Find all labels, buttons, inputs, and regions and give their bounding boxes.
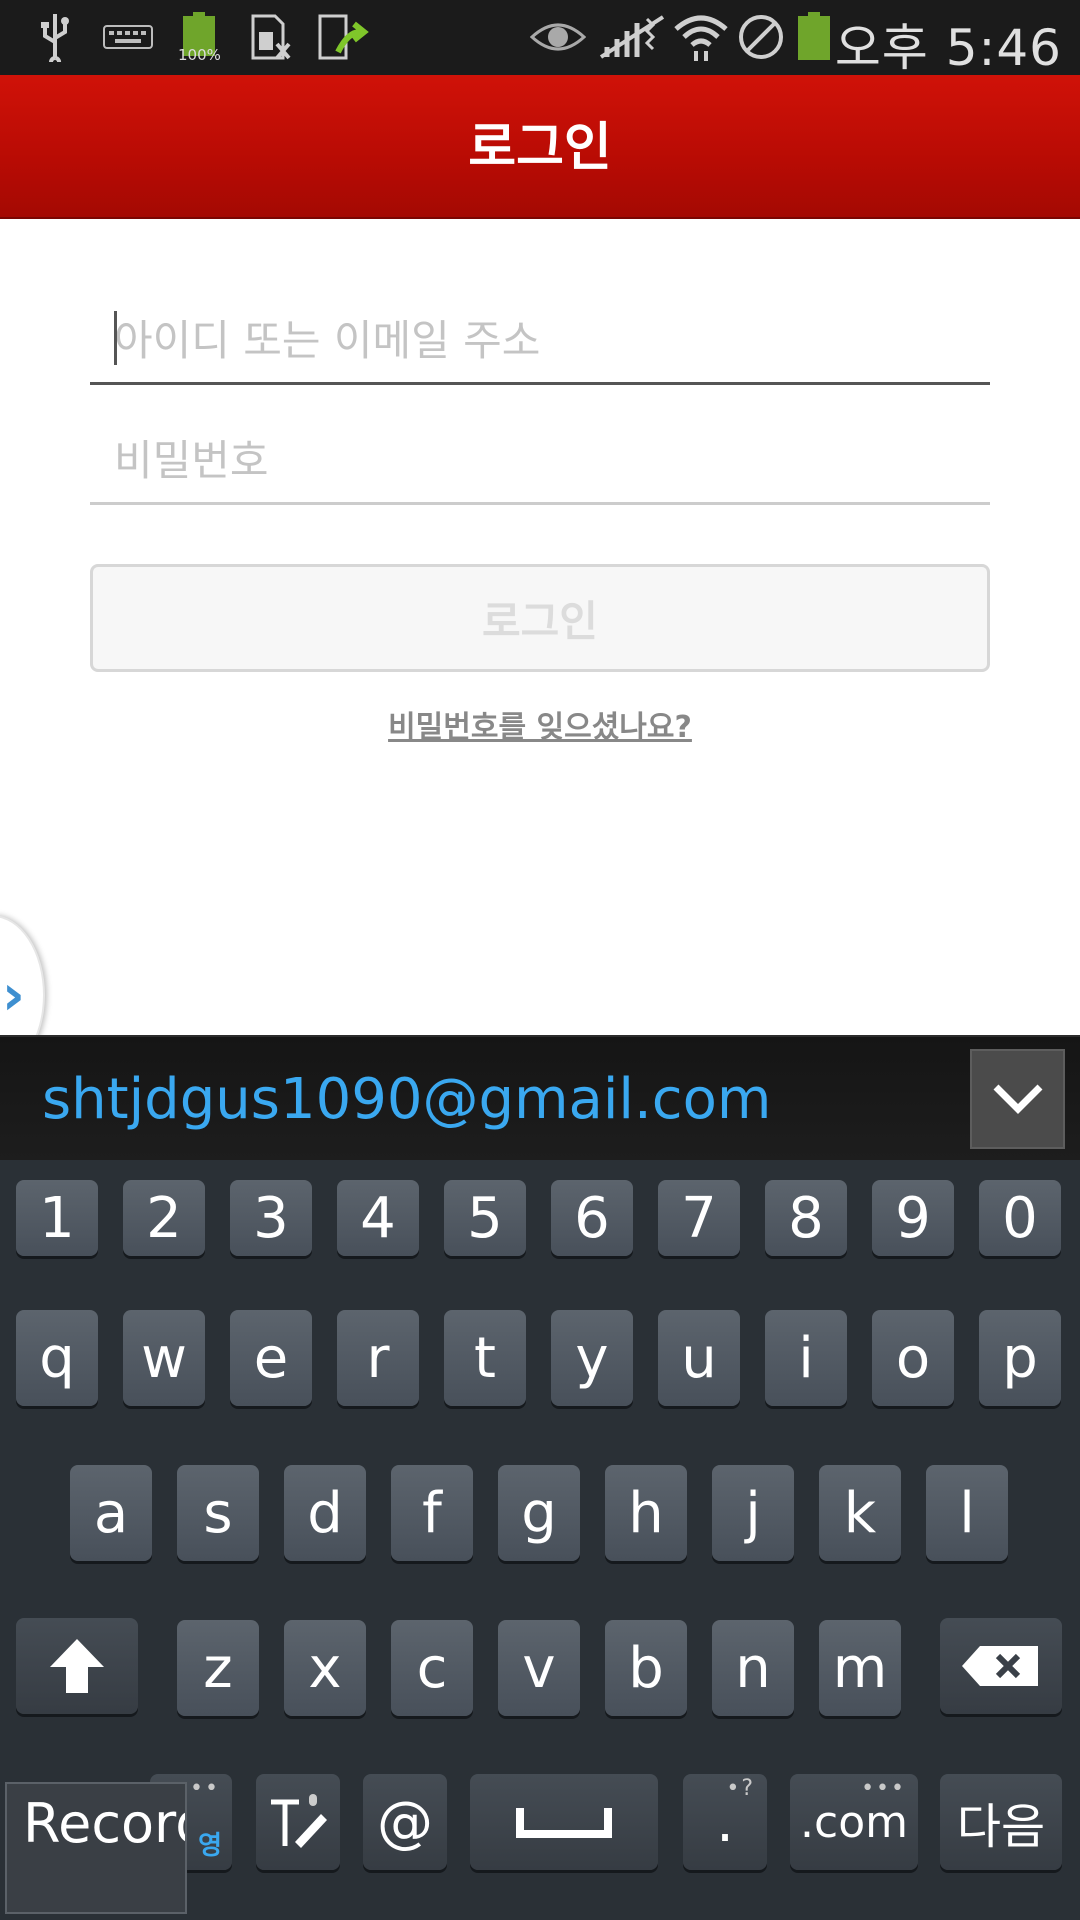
key-0[interactable]: 0 — [979, 1180, 1061, 1256]
space-icon — [516, 1808, 612, 1838]
eye-icon — [530, 10, 586, 64]
key-d[interactable]: d — [284, 1465, 366, 1561]
handwriting-key[interactable] — [256, 1774, 340, 1870]
backspace-icon — [962, 1646, 1038, 1686]
key-9[interactable]: 9 — [872, 1180, 954, 1256]
screen: 100% 오후 5:46 로그인 로그인 — [0, 0, 1080, 1920]
period-key[interactable]: . •? — [683, 1774, 767, 1870]
backspace-key[interactable] — [940, 1618, 1062, 1714]
wifi-icon — [672, 10, 730, 64]
clock: 오후 5:46 — [834, 19, 1062, 77]
key-w[interactable]: w — [123, 1310, 205, 1406]
battery-icon — [792, 10, 836, 64]
handwriting-icon — [271, 1794, 327, 1848]
key-l[interactable]: l — [926, 1465, 1008, 1561]
key-s[interactable]: s — [177, 1465, 259, 1561]
status-bar: 100% 오후 5:46 — [0, 0, 1080, 77]
password-input[interactable] — [114, 425, 980, 495]
key-y[interactable]: y — [551, 1310, 633, 1406]
key-1[interactable]: 1 — [16, 1180, 98, 1256]
key-3[interactable]: 3 — [230, 1180, 312, 1256]
no-signal-icon — [596, 10, 668, 64]
key-v[interactable]: v — [498, 1620, 580, 1716]
key-7[interactable]: 7 — [658, 1180, 740, 1256]
key-f[interactable]: f — [391, 1465, 473, 1561]
blocked-icon — [734, 10, 788, 64]
key-z[interactable]: z — [177, 1620, 259, 1716]
id-email-input[interactable] — [114, 305, 980, 375]
key-m[interactable]: m — [819, 1620, 901, 1716]
at-key[interactable]: @ — [363, 1774, 447, 1870]
record-tooltip: Record — [5, 1782, 187, 1914]
chevron-down-icon — [993, 1084, 1042, 1114]
key-q[interactable]: q — [16, 1310, 98, 1406]
title-bar: 로그인 — [0, 75, 1080, 219]
dots-icon: •? — [726, 1776, 755, 1801]
dots-icon: ••• — [861, 1776, 906, 1801]
sim-card-icon — [246, 10, 296, 64]
key-t[interactable]: t — [444, 1310, 526, 1406]
suggestion-expand-button[interactable] — [970, 1049, 1065, 1149]
key-o[interactable]: o — [872, 1310, 954, 1406]
key-r[interactable]: r — [337, 1310, 419, 1406]
id-email-field[interactable] — [90, 285, 990, 385]
key-b[interactable]: b — [605, 1620, 687, 1716]
key-e[interactable]: e — [230, 1310, 312, 1406]
page-title: 로그인 — [468, 118, 612, 178]
suggestion-email[interactable]: shtjdgus1090@gmail.com — [42, 1067, 771, 1132]
key-i[interactable]: i — [765, 1310, 847, 1406]
key-h[interactable]: h — [605, 1465, 687, 1561]
password-field[interactable] — [90, 405, 990, 505]
key-2[interactable]: 2 — [123, 1180, 205, 1256]
language-label: 영 — [198, 1831, 222, 1861]
next-key[interactable]: 다음 — [940, 1774, 1062, 1870]
space-key[interactable] — [470, 1774, 658, 1870]
key-g[interactable]: g — [498, 1465, 580, 1561]
key-n[interactable]: n — [712, 1620, 794, 1716]
forgot-password-link[interactable]: 비밀번호를 잊으셨나요? — [0, 702, 1080, 746]
key-6[interactable]: 6 — [551, 1180, 633, 1256]
dotcom-key[interactable]: .com ••• — [790, 1774, 918, 1870]
usb-icon — [30, 10, 80, 64]
battery-percent-label: 100% — [178, 46, 221, 64]
key-j[interactable]: j — [712, 1465, 794, 1561]
login-button[interactable]: 로그인 — [90, 564, 990, 672]
upload-icon — [316, 10, 372, 64]
keyboard-icon — [100, 10, 156, 64]
key-8[interactable]: 8 — [765, 1180, 847, 1256]
key-u[interactable]: u — [658, 1310, 740, 1406]
key-p[interactable]: p — [979, 1310, 1061, 1406]
key-x[interactable]: x — [284, 1620, 366, 1716]
shift-arrow-icon — [50, 1639, 104, 1693]
shift-key[interactable] — [16, 1618, 138, 1714]
key-a[interactable]: a — [70, 1465, 152, 1561]
battery-icon: 100% — [176, 10, 222, 64]
chevron-right-icon: › — [1, 963, 25, 1028]
key-5[interactable]: 5 — [444, 1180, 526, 1256]
text-cursor — [114, 311, 117, 365]
key-k[interactable]: k — [819, 1465, 901, 1561]
suggestion-bar: shtjdgus1090@gmail.com — [0, 1035, 1080, 1160]
dotcom-label: .com — [800, 1796, 908, 1848]
key-4[interactable]: 4 — [337, 1180, 419, 1256]
key-c[interactable]: c — [391, 1620, 473, 1716]
